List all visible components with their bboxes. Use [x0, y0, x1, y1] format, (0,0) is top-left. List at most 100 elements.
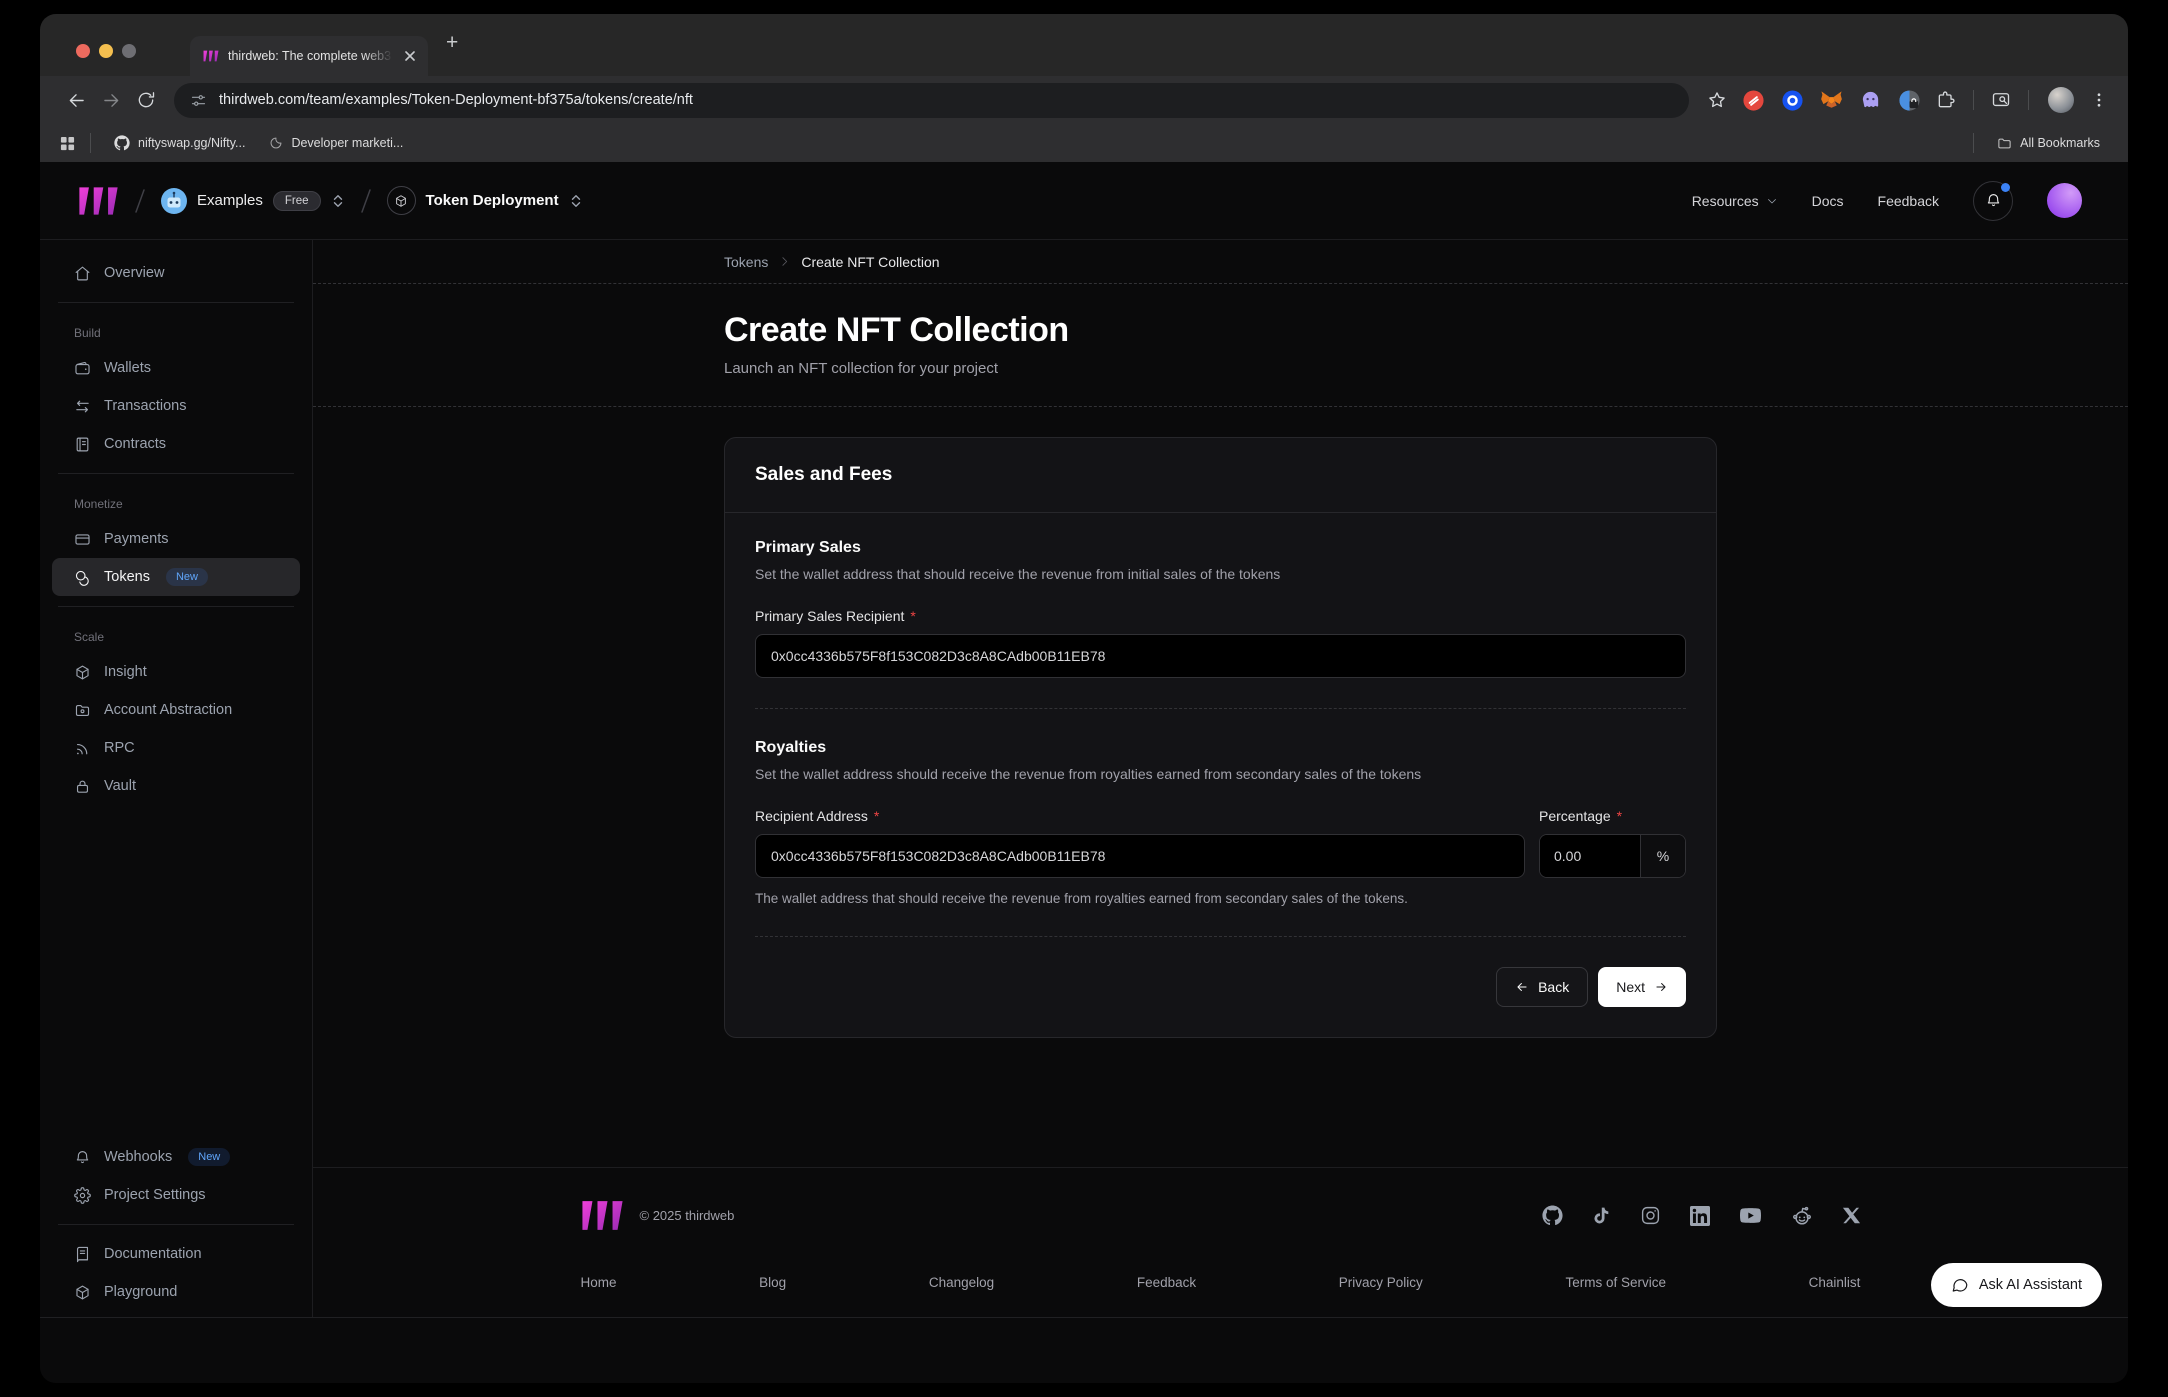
close-window-button[interactable]	[76, 44, 90, 58]
chevron-updown-icon	[331, 193, 345, 209]
feedback-label: Feedback	[1878, 193, 1939, 209]
feedback-link[interactable]: Feedback	[1878, 193, 1939, 209]
browser-profile-avatar[interactable]	[2048, 87, 2074, 113]
next-button[interactable]: Next	[1598, 967, 1686, 1007]
sidebar-item-webhooks[interactable]: Webhooks New	[40, 1138, 312, 1176]
linkedin-icon[interactable]	[1690, 1206, 1710, 1226]
sidebar-section-build: Build	[40, 313, 312, 349]
tab-close-icon[interactable]	[402, 48, 418, 64]
royalty-recipient-input[interactable]	[755, 834, 1525, 878]
footer-link-feedback[interactable]: Feedback	[1137, 1275, 1196, 1290]
sidebar-item-documentation[interactable]: Documentation	[40, 1235, 312, 1273]
sidebar-item-insight[interactable]: Insight	[40, 653, 312, 691]
royalty-percentage-input[interactable]	[1540, 835, 1640, 877]
reddit-icon[interactable]	[1791, 1205, 1813, 1227]
sidebar-item-project-settings[interactable]: Project Settings	[40, 1176, 312, 1214]
bookmark-niftyswap[interactable]: niftyswap.gg/Nifty...	[106, 131, 253, 155]
extension-red-icon[interactable]	[1742, 89, 1765, 112]
sidebar-item-overview[interactable]: Overview	[40, 254, 312, 292]
browser-menu-icon[interactable]	[2086, 87, 2112, 113]
metamask-fox-icon[interactable]	[1820, 89, 1843, 112]
new-tab-button[interactable]: +	[438, 29, 466, 61]
footer-link-chainlist[interactable]: Chainlist	[1809, 1275, 1861, 1290]
thirdweb-footer-logo[interactable]	[581, 1201, 624, 1230]
royalty-percentage-label: Percentage *	[1539, 808, 1686, 824]
new-badge: New	[188, 1148, 230, 1166]
bell-icon	[74, 1149, 91, 1166]
sidebar-item-contracts[interactable]: Contracts	[40, 425, 312, 463]
ask-ai-label: Ask AI Assistant	[1979, 1277, 2082, 1293]
github-icon[interactable]	[1542, 1205, 1563, 1226]
project-switcher[interactable]: Token Deployment	[387, 186, 583, 215]
all-bookmarks-button[interactable]: All Bookmarks	[1989, 132, 2108, 155]
sidebar-divider	[58, 302, 294, 303]
footer-link-privacy-policy[interactable]: Privacy Policy	[1339, 1275, 1423, 1290]
royalties-title: Royalties	[755, 739, 1686, 757]
sidebar-item-transactions[interactable]: Transactions	[40, 387, 312, 425]
team-switcher[interactable]: Examples Free	[161, 188, 345, 214]
contract-icon	[74, 436, 91, 453]
sidebar-item-rpc[interactable]: RPC	[40, 729, 312, 767]
sidebar-item-account-abstraction[interactable]: Account Abstraction	[40, 691, 312, 729]
sidebar-section-monetize: Monetize	[40, 484, 312, 520]
percent-suffix: %	[1640, 835, 1685, 877]
docs-link[interactable]: Docs	[1812, 193, 1844, 209]
sidebar-item-label: Contracts	[104, 436, 166, 452]
phantom-ghost-icon[interactable]	[1859, 89, 1882, 112]
sidebar-item-label: Insight	[104, 664, 147, 680]
privacy-lock-extension-icon[interactable]	[1898, 89, 1921, 112]
coins-icon	[74, 569, 91, 586]
folder-user-icon	[74, 702, 91, 719]
youtube-icon[interactable]	[1739, 1205, 1762, 1226]
footer-link-changelog[interactable]: Changelog	[929, 1275, 994, 1290]
resources-menu[interactable]: Resources	[1692, 193, 1778, 209]
browser-tab[interactable]: thirdweb: The complete web3	[190, 36, 428, 76]
tiktok-icon[interactable]	[1592, 1205, 1611, 1226]
window-bottom-void	[40, 1318, 2128, 1383]
bookmark-developer-marketing[interactable]: Developer marketi...	[261, 132, 411, 154]
toolbar-divider	[1973, 90, 1974, 110]
extension-blue-icon[interactable]	[1781, 89, 1804, 112]
team-avatar	[161, 188, 187, 214]
url-bar[interactable]: thirdweb.com/team/examples/Token-Deploym…	[174, 83, 1689, 118]
instagram-icon[interactable]	[1640, 1205, 1661, 1226]
user-avatar[interactable]	[2047, 183, 2082, 218]
sidebar-section-scale: Scale	[40, 617, 312, 653]
forward-nav-icon[interactable]	[97, 86, 126, 115]
sidebar-item-payments[interactable]: Payments	[40, 520, 312, 558]
ask-ai-assistant-button[interactable]: Ask AI Assistant	[1931, 1263, 2102, 1307]
extensions-puzzle-icon[interactable]	[1932, 86, 1960, 114]
x-icon[interactable]	[1842, 1206, 1861, 1225]
minimize-window-button[interactable]	[99, 44, 113, 58]
chevron-updown-icon	[569, 193, 583, 209]
page-subtitle: Launch an NFT collection for your projec…	[724, 360, 1717, 377]
primary-sales-recipient-input[interactable]	[755, 634, 1686, 678]
sidebar-item-vault[interactable]: Vault	[40, 767, 312, 805]
sidebar-item-playground[interactable]: Playground	[40, 1273, 312, 1311]
sidebar-item-wallets[interactable]: Wallets	[40, 349, 312, 387]
tab-search-icon[interactable]	[1987, 86, 2015, 114]
sidebar-spacer	[40, 805, 312, 1138]
primary-sales-recipient-label: Primary Sales Recipient *	[755, 608, 1686, 624]
site-settings-icon[interactable]	[190, 92, 207, 109]
footer-link-terms-of-service[interactable]: Terms of Service	[1565, 1275, 1666, 1290]
zoom-window-button[interactable]	[122, 44, 136, 58]
notifications-button[interactable]	[1973, 181, 2013, 221]
sidebar-item-tokens[interactable]: Tokens New	[52, 558, 300, 596]
bookmarks-divider	[90, 133, 91, 153]
back-nav-icon[interactable]	[62, 86, 91, 115]
sales-and-fees-card: Sales and Fees Primary Sales Set the wal…	[724, 437, 1717, 1038]
required-asterisk: *	[874, 808, 879, 824]
page-header: Create NFT Collection Launch an NFT coll…	[313, 284, 2128, 407]
apps-grid-icon[interactable]	[60, 136, 75, 151]
thirdweb-logo[interactable]	[78, 187, 119, 215]
back-button[interactable]: Back	[1496, 967, 1588, 1007]
footer-link-blog[interactable]: Blog	[759, 1275, 786, 1290]
bookmark-star-icon[interactable]	[1703, 86, 1731, 114]
breadcrumb-tokens-link[interactable]: Tokens	[724, 254, 768, 270]
footer-link-home[interactable]: Home	[581, 1275, 617, 1290]
app-body: Overview Build Wallets Transactions Cont…	[40, 240, 2128, 1317]
gear-icon	[74, 1187, 91, 1204]
traffic-lights	[76, 44, 136, 58]
reload-icon[interactable]	[132, 86, 160, 114]
